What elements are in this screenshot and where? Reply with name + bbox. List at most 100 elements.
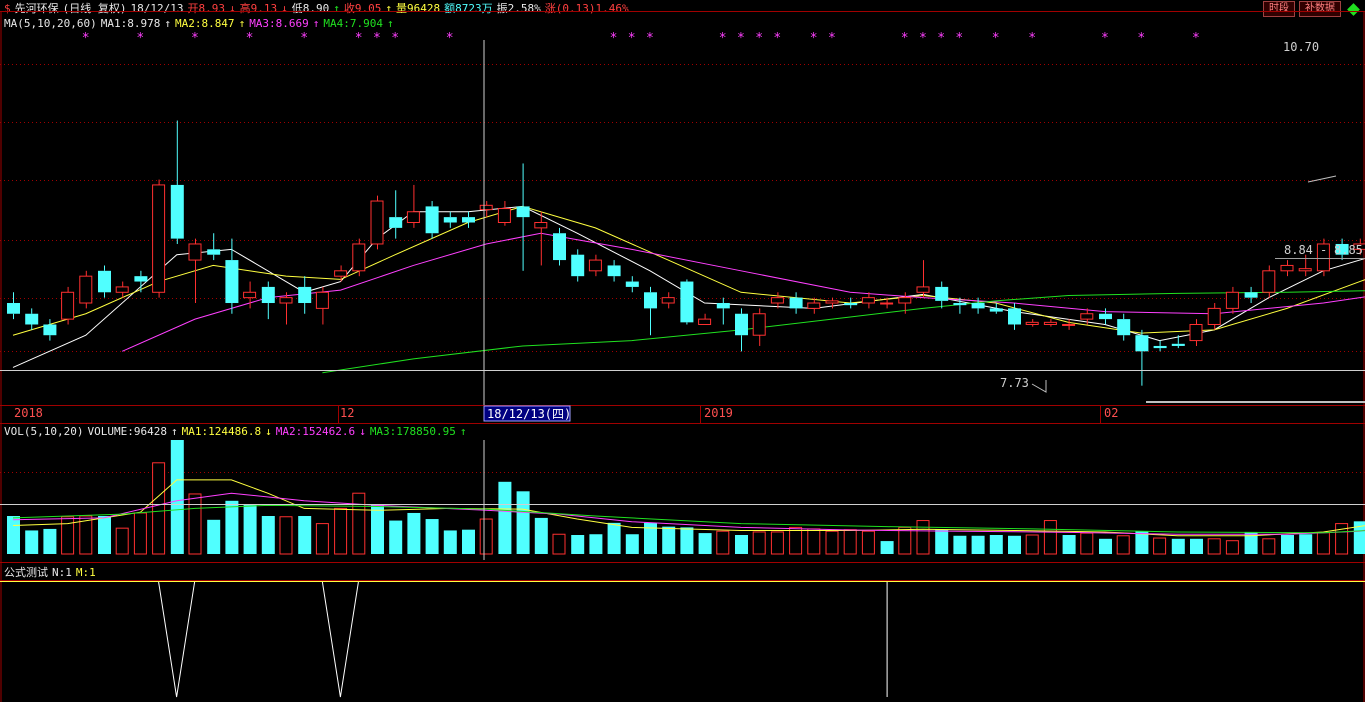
candle-up (1025, 321, 1039, 325)
signal-star: * (191, 31, 199, 46)
signal-star: * (355, 31, 363, 46)
volume-bar-up (861, 530, 875, 555)
candle-up (188, 243, 202, 261)
candle-up (534, 222, 548, 229)
candle-up (79, 275, 93, 304)
candle-down (389, 217, 403, 228)
formula-line (0, 581, 1365, 698)
candle-down (298, 286, 312, 304)
candle-up (1225, 291, 1239, 309)
cursor-date-label: 18/12/13(四) (487, 407, 571, 421)
signal-star: * (373, 31, 381, 46)
volume-bar-up (1025, 534, 1039, 555)
volume-bar-down (243, 504, 257, 554)
volume-bar-down (170, 440, 184, 554)
signal-star: * (919, 31, 927, 46)
candle-down (989, 308, 1003, 312)
volume-bar-down (735, 535, 748, 554)
kline-chart[interactable]: * * * * * * * * * * * * * * * * * * * * * * * * * * * 10.70 7.73 8… (0, 0, 1365, 702)
signal-star: * (828, 31, 836, 46)
candle-down (207, 249, 221, 255)
signal-star: * (1101, 31, 1109, 46)
candle-up (807, 302, 821, 309)
candle-down (680, 281, 694, 323)
volume-bar-down (7, 516, 20, 554)
candle-down (225, 260, 239, 304)
signal-star: * (901, 31, 909, 46)
high-leader-line (1307, 175, 1337, 183)
volume-bar-up (152, 462, 166, 555)
candle-up (152, 184, 166, 293)
volume-bar-down (680, 527, 694, 554)
volume-bar-down (225, 500, 239, 554)
candle-up (825, 300, 839, 304)
candles (7, 120, 1365, 386)
candle-down (443, 217, 457, 223)
candle-down (935, 286, 949, 301)
volume-bar-up (916, 520, 930, 555)
volume-bar-down (261, 516, 275, 554)
volume-bar-down (662, 526, 676, 554)
volume-bar-up (334, 507, 348, 555)
volume-bar-up (1316, 532, 1330, 555)
candle-down (844, 303, 858, 306)
signal-star: * (391, 31, 399, 46)
candle-down (571, 254, 585, 277)
formula-spike (321, 581, 359, 698)
signal-star: * (1137, 31, 1145, 46)
candle-down (971, 303, 985, 309)
candle-down (625, 281, 639, 287)
candle-up (352, 243, 366, 272)
candle-down (425, 206, 439, 234)
signal-stars: * * * * * * * * * * * * * * * * * * * * * * * * * * * (82, 31, 1200, 46)
volume-bar-down (207, 519, 221, 554)
candle-down (43, 324, 57, 336)
candle-down (735, 313, 748, 336)
low-leader-line (1031, 380, 1047, 393)
volume-bar-up (479, 518, 493, 555)
volume-bar-down (516, 491, 530, 554)
volume-bar-up (770, 531, 784, 555)
volume-bar-up (825, 530, 839, 555)
signal-star: * (1192, 31, 1200, 46)
volume-bar-up (279, 516, 293, 555)
candle-up (479, 204, 493, 211)
volume-bar-up (789, 526, 803, 555)
volume-bar-down (407, 512, 421, 554)
candle-down (516, 206, 530, 218)
signal-star: * (610, 31, 618, 46)
volume-bar-down (298, 516, 312, 554)
candle-down (134, 276, 148, 282)
volume-bar-down (1190, 538, 1203, 554)
volume-bar-up (133, 512, 147, 555)
candle-up (1298, 268, 1312, 272)
signal-star: * (737, 31, 745, 46)
signal-star: * (628, 31, 636, 46)
volume-bar-down (989, 535, 1003, 554)
price-ma-lines (12, 205, 1365, 374)
signal-star: * (992, 31, 1000, 46)
volume-bar-up (1207, 538, 1221, 555)
candle-down (1099, 313, 1112, 320)
volume-bar-down (371, 504, 384, 554)
volume-bar-up (752, 531, 766, 555)
volume-bar-down (971, 535, 985, 554)
candle-down (953, 303, 967, 306)
candle-up (243, 291, 257, 299)
candle-up (861, 297, 875, 304)
candle-down (1171, 343, 1185, 346)
signal-star: * (646, 31, 654, 46)
signal-star: * (246, 31, 254, 46)
volume-bar-up (315, 523, 329, 555)
volume-bar-up (115, 527, 129, 555)
signal-star: * (955, 31, 963, 46)
volume-bar-up (1080, 532, 1094, 555)
candle-down (25, 313, 39, 325)
candle-up (1262, 270, 1276, 293)
volume-bar-down (571, 535, 585, 554)
volume-bar-down (880, 541, 894, 554)
volume-bar-down (98, 516, 111, 554)
candle-down (716, 303, 730, 309)
volume-bar-down (625, 534, 639, 554)
volume-bar-up (188, 493, 202, 555)
